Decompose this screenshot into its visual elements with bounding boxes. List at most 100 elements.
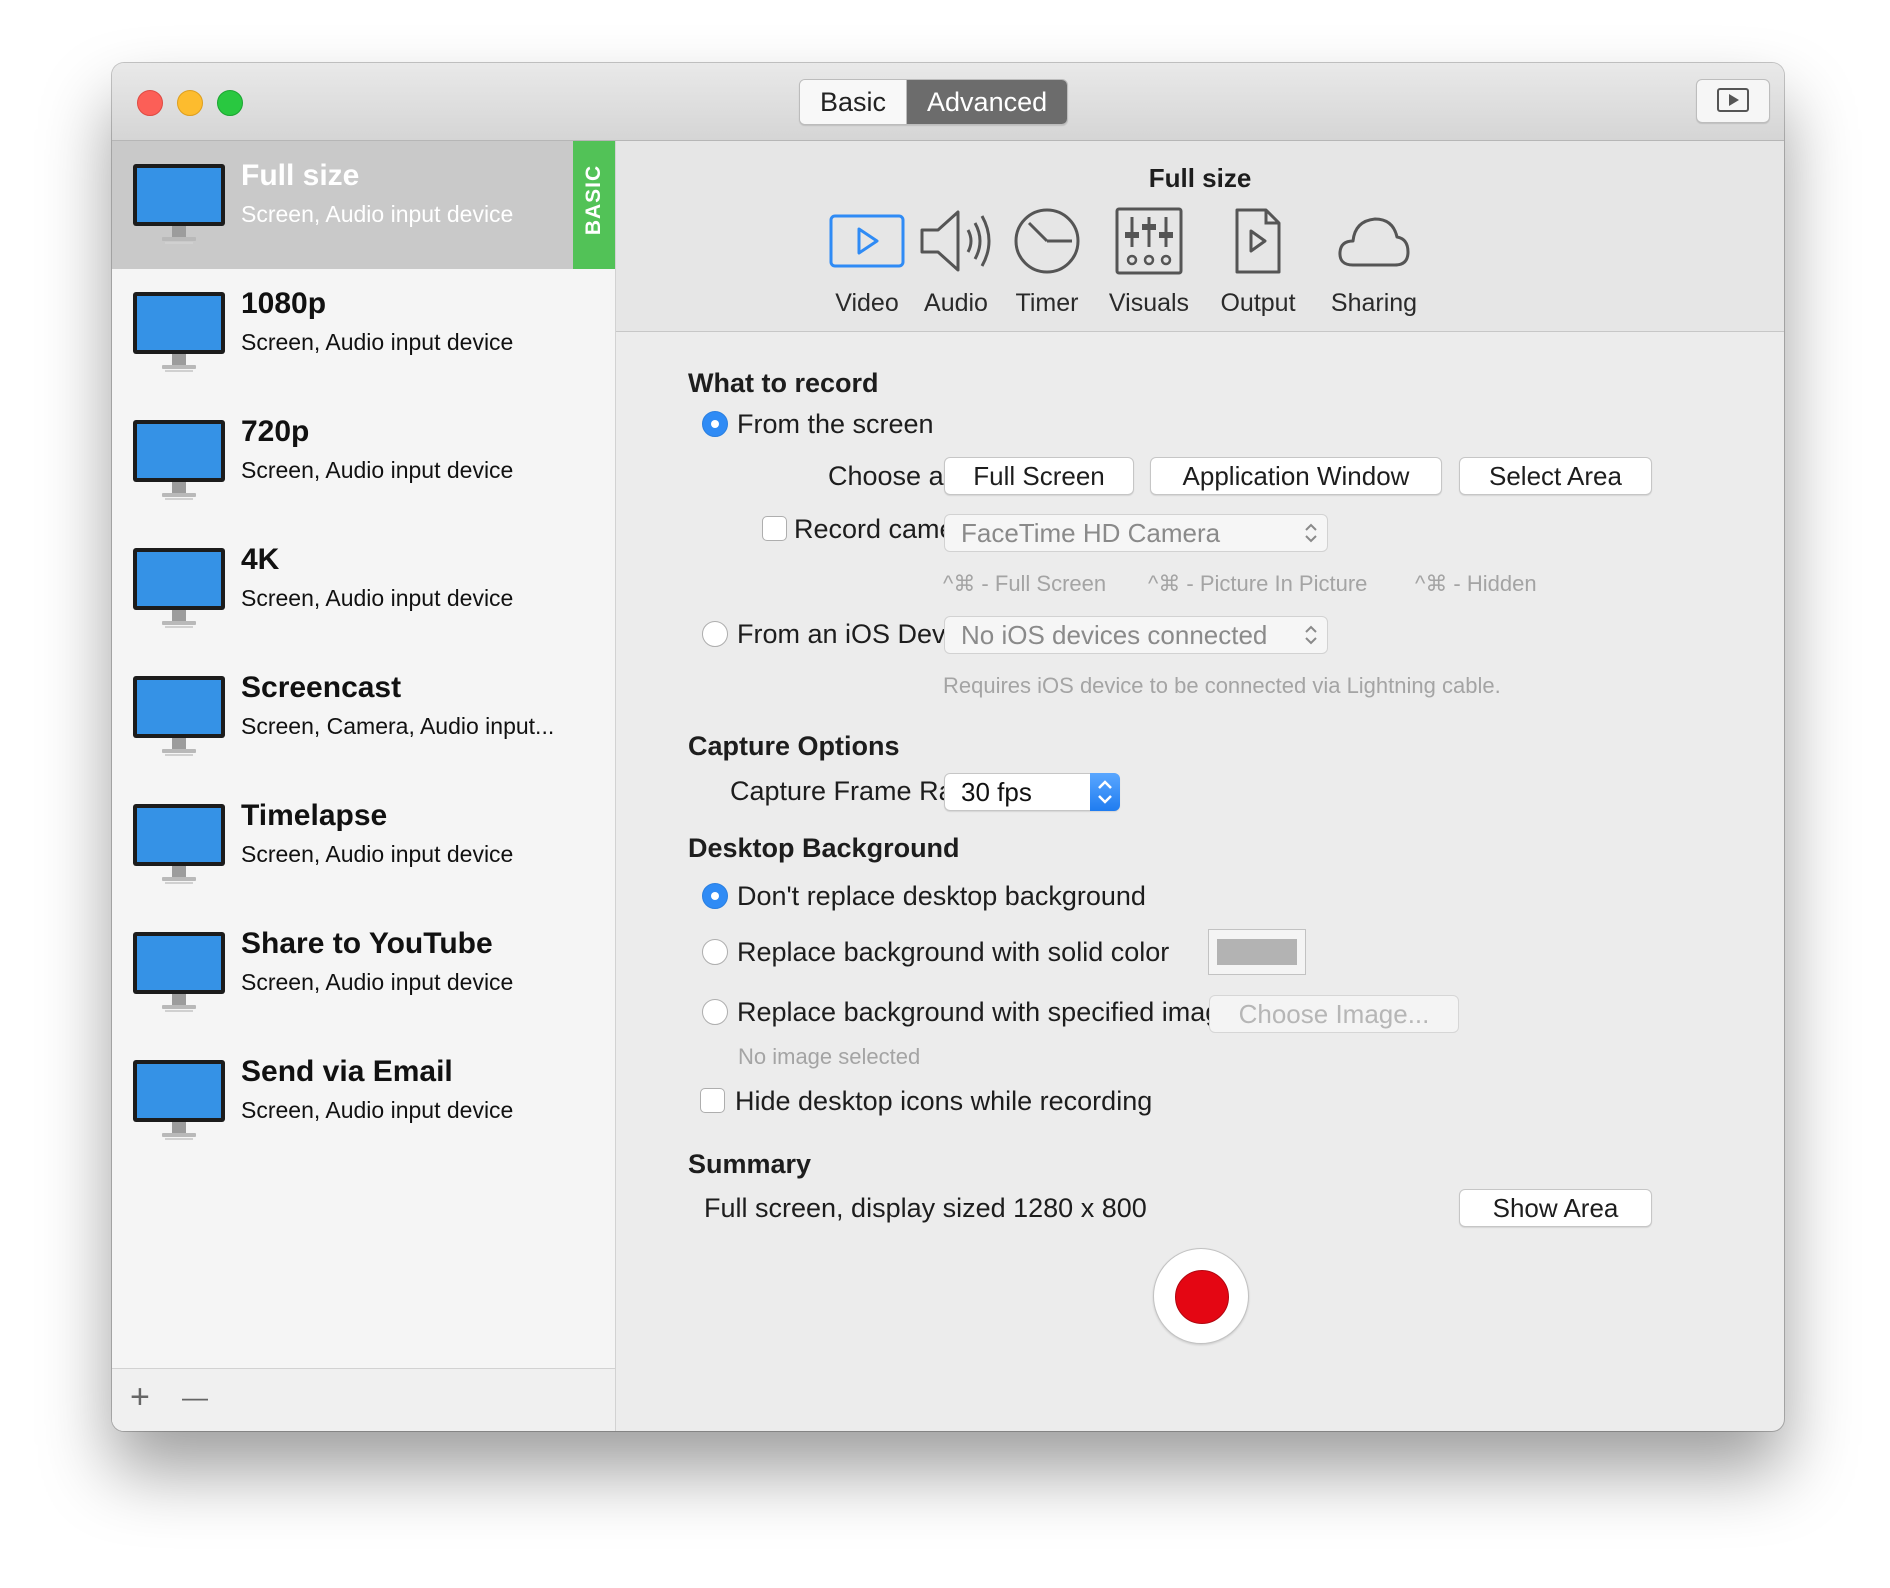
summary-text: Full screen, display sized 1280 x 800 [704, 1193, 1147, 1223]
basic-badge-label: BASIC [582, 164, 605, 236]
preset-item[interactable]: 4K Screen, Audio input device [112, 525, 615, 653]
app-window: Basic Advanced Full size Screen, Audio in… [112, 63, 1784, 1431]
color-swatch [1217, 939, 1297, 965]
video-play-icon [829, 214, 905, 268]
dont-replace-bg-radio[interactable] [702, 883, 728, 909]
tab-timer-label: Timer [1015, 289, 1079, 317]
tab-visuals[interactable]: Visuals [1099, 201, 1199, 318]
preset-item[interactable]: Share to YouTube Screen, Audio input devi… [112, 909, 615, 1037]
show-area-button[interactable]: Show Area [1459, 1189, 1652, 1227]
mode-basic-tab[interactable]: Basic [800, 80, 908, 124]
preset-monitor [132, 419, 226, 508]
tab-audio[interactable]: Audio [915, 201, 997, 318]
preset-description: Screen, Audio input device [241, 969, 514, 995]
ios-device-select-value: No iOS devices connected [961, 620, 1268, 650]
dont-replace-bg-label[interactable]: Don't replace desktop background [737, 881, 1146, 912]
add-preset-button[interactable]: + [130, 1377, 150, 1417]
preset-description: Screen, Audio input device [241, 585, 514, 611]
image-bg-label[interactable]: Replace background with specified image [737, 997, 1235, 1028]
tab-video[interactable]: Video [827, 201, 907, 318]
preset-description: Screen, Audio input device [241, 201, 514, 227]
preset-item[interactable]: Timelapse Screen, Audio input device [112, 781, 615, 909]
preview-button[interactable] [1696, 79, 1770, 123]
sliders-icon [1115, 207, 1183, 275]
frame-rate-value: 30 fps [961, 777, 1032, 807]
frame-rate-select[interactable]: 30 fps [944, 773, 1120, 811]
tab-output[interactable]: Output [1213, 201, 1303, 318]
select-area-button[interactable]: Select Area [1459, 457, 1652, 495]
chevron-up-down-icon [1098, 780, 1112, 804]
record-camera-checkbox[interactable] [762, 516, 787, 541]
ios-requirement-hint: Requires iOS device to be connected via … [943, 673, 1501, 698]
background-color-well[interactable] [1208, 929, 1306, 975]
preset-description: Screen, Audio input device [241, 329, 514, 355]
title-bar: Basic Advanced [112, 63, 1784, 141]
application-window-button[interactable]: Application Window [1150, 457, 1442, 495]
tab-output-label: Output [1220, 289, 1296, 317]
preset-item[interactable]: 720p Screen, Audio input device [112, 397, 615, 525]
minimize-window-button[interactable] [177, 90, 203, 116]
record-icon [1175, 1270, 1229, 1324]
preset-item[interactable]: 1080p Screen, Audio input device [112, 269, 615, 397]
preset-item[interactable]: Send via Email Screen, Audio input device [112, 1037, 615, 1165]
tab-timer[interactable]: Timer [1005, 201, 1089, 318]
monitor-icon [133, 1060, 225, 1140]
capture-options-heading: Capture Options [688, 731, 900, 761]
image-bg-radio[interactable] [702, 999, 728, 1025]
close-window-button[interactable] [137, 90, 163, 116]
video-settings: What to record From the screen Choose ar… [616, 331, 1784, 1431]
tab-sharing[interactable]: Sharing [1324, 201, 1424, 318]
tab-audio-label: Audio [924, 289, 988, 317]
preset-item[interactable]: Screencast Screen, Camera, Audio input... [112, 653, 615, 781]
preset-name: Timelapse [241, 799, 388, 832]
preset-description: Screen, Camera, Audio input... [241, 713, 555, 739]
hide-icons-checkbox[interactable] [700, 1088, 725, 1113]
preset-name: Share to YouTube [241, 927, 493, 960]
solid-color-bg-radio[interactable] [702, 939, 728, 965]
speaker-icon [920, 210, 991, 272]
shortcut-hint-hidden: ^⌘ - Hidden [1415, 571, 1537, 596]
from-screen-radio[interactable] [702, 411, 728, 437]
mode-segmented-control: Basic Advanced [799, 79, 1069, 125]
preset-description: Screen, Audio input device [241, 841, 514, 867]
zoom-window-button[interactable] [217, 90, 243, 116]
shortcut-hint-full-screen: ^⌘ - Full Screen [943, 571, 1107, 596]
remove-preset-button[interactable]: — [182, 1377, 208, 1417]
monitor-icon [133, 932, 225, 1012]
chevron-up-down-icon [1305, 523, 1317, 543]
page-title: Full size [1148, 163, 1252, 193]
record-button[interactable] [1153, 1248, 1249, 1344]
play-rectangle-icon [1717, 88, 1749, 112]
preset-monitor [132, 163, 226, 252]
preset-monitor [132, 1059, 226, 1148]
preset-monitor [132, 675, 226, 764]
tab-sharing-label: Sharing [1330, 289, 1418, 317]
preset-monitor [132, 291, 226, 380]
document-play-icon [1235, 208, 1281, 274]
monitor-icon [133, 804, 225, 884]
hide-icons-label[interactable]: Hide desktop icons while recording [735, 1086, 1152, 1117]
monitor-icon [133, 676, 225, 756]
preset-monitor [132, 803, 226, 892]
tab-visuals-label: Visuals [1108, 289, 1190, 317]
camera-select-value: FaceTime HD Camera [961, 518, 1221, 548]
clock-icon [1014, 208, 1080, 274]
camera-select[interactable]: FaceTime HD Camera [944, 514, 1328, 552]
preset-name: Screencast [241, 671, 402, 704]
preset-description: Screen, Audio input device [241, 457, 514, 483]
choose-image-button[interactable]: Choose Image... [1209, 995, 1459, 1033]
preset-name: Send via Email [241, 1055, 453, 1088]
from-ios-radio[interactable] [702, 621, 728, 647]
monitor-icon [133, 548, 225, 628]
preset-sidebar: Full size Screen, Audio input device BASIC… [112, 141, 616, 1431]
shortcut-hint-pip: ^⌘ - Picture In Picture [1148, 571, 1368, 596]
from-screen-label[interactable]: From the screen [737, 409, 934, 440]
preset-description: Screen, Audio input device [241, 1097, 514, 1123]
frame-rate-stepper[interactable] [1090, 773, 1120, 811]
preset-item[interactable]: Full size Screen, Audio input device BASIC [112, 141, 615, 269]
mode-advanced-tab[interactable]: Advanced [907, 80, 1068, 124]
full-screen-button[interactable]: Full Screen [944, 457, 1134, 495]
ios-device-select[interactable]: No iOS devices connected [944, 616, 1328, 654]
preset-name: 4K [241, 543, 280, 576]
solid-color-bg-label[interactable]: Replace background with solid color [737, 937, 1169, 968]
